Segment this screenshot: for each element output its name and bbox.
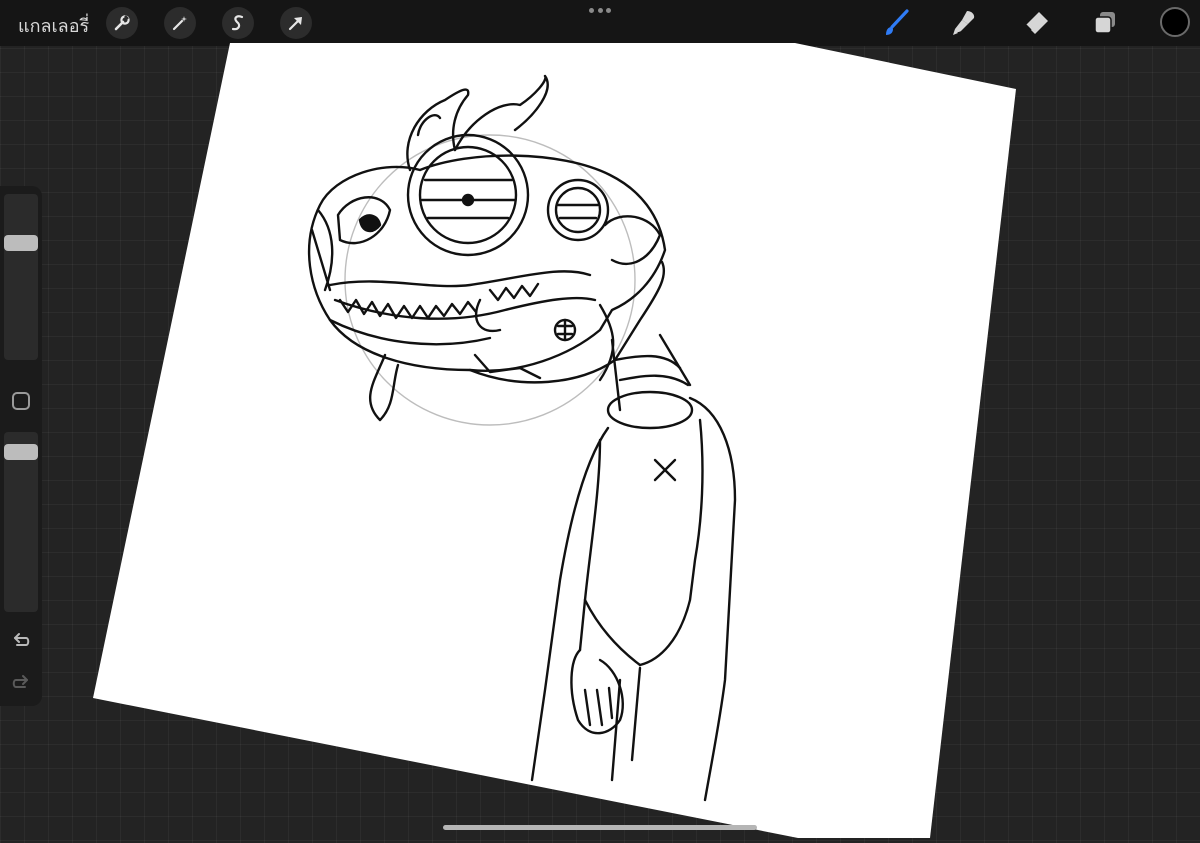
brush-opacity-slider[interactable]: [4, 432, 38, 612]
canvas-area: [0, 0, 1200, 838]
drawing-canvas[interactable]: [0, 0, 1200, 838]
home-indicator[interactable]: [443, 825, 757, 830]
brush-opacity-thumb[interactable]: [4, 444, 38, 460]
redo-icon: [12, 675, 28, 688]
undo-button[interactable]: [9, 628, 33, 652]
undo-icon: [14, 633, 30, 646]
canvas-paper: [93, 43, 1016, 838]
square-modify-icon[interactable]: [12, 392, 30, 410]
brush-size-slider[interactable]: [4, 194, 38, 360]
left-sidebar: [0, 186, 42, 706]
brush-size-thumb[interactable]: [4, 235, 38, 251]
redo-button[interactable]: [9, 670, 33, 694]
